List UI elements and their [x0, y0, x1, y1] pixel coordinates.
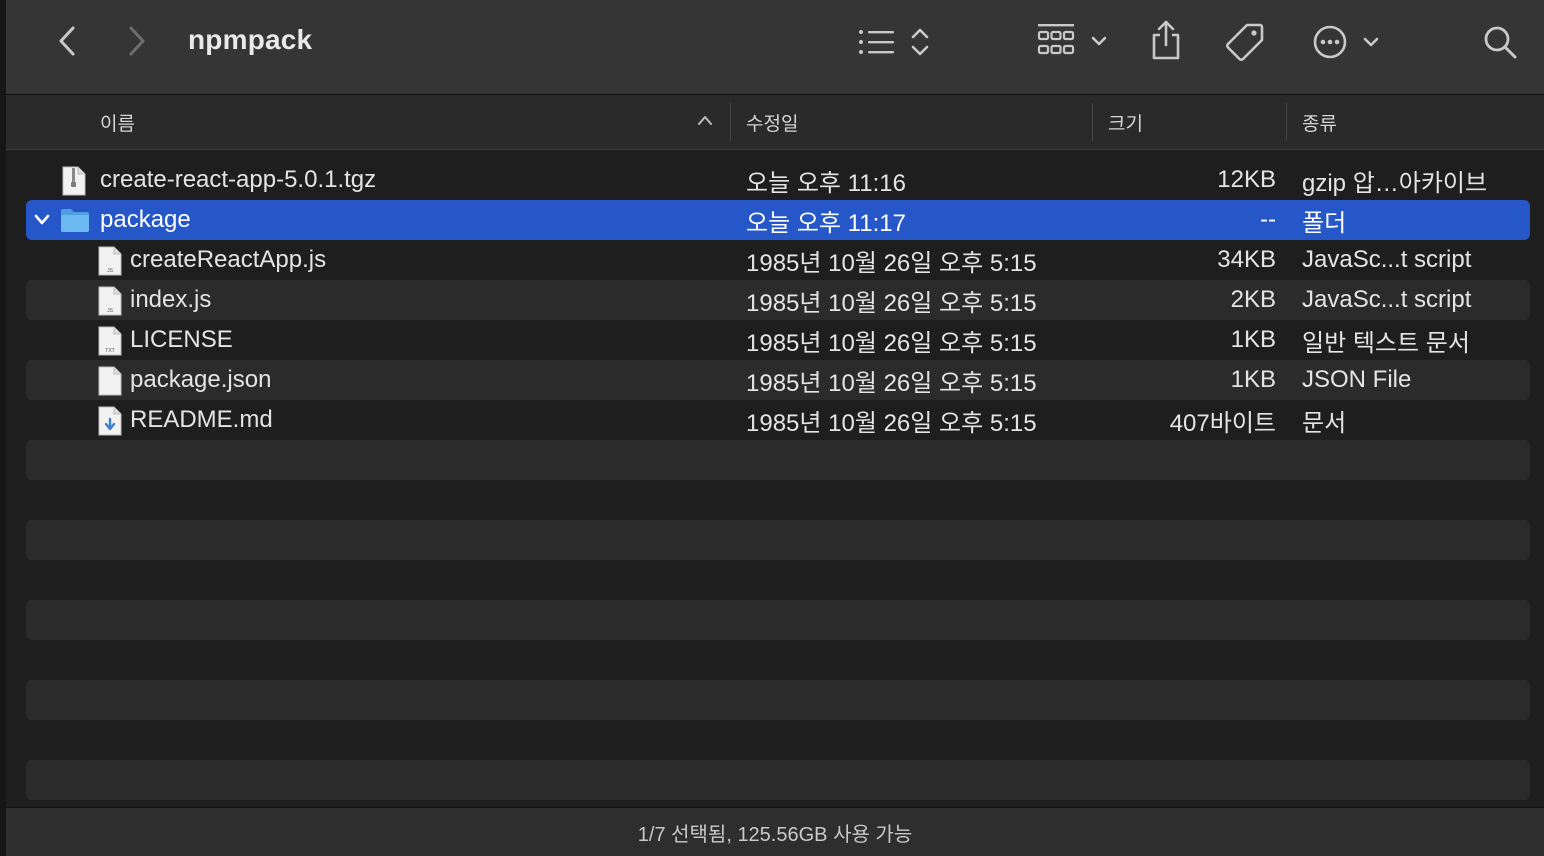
file-modified: 1985년 10월 26일 오후 5:15 [746, 369, 1037, 397]
more-circle-icon [1313, 25, 1347, 59]
file-kind: JavaSc...t script [1302, 246, 1472, 273]
file-kind: 폴더 [1302, 209, 1347, 237]
empty-row [26, 680, 1530, 720]
file-size: -- [1260, 206, 1276, 233]
file-modified: 1985년 10월 26일 오후 5:15 [746, 329, 1037, 357]
file-row[interactable]: TXT LICENSE 1985년 10월 26일 오후 5:15 1KB 일반… [26, 320, 1530, 360]
file-row[interactable]: JS createReactApp.js 1985년 10월 26일 오후 5:… [26, 240, 1530, 280]
file-size: 1KB [1230, 366, 1276, 393]
empty-row [26, 520, 1530, 560]
markdown-file-icon [98, 406, 122, 436]
empty-row [26, 600, 1530, 640]
file-name: package.json [130, 366, 272, 393]
status-bar: 1/7 선택됨, 125.56GB 사용 가능 [6, 807, 1544, 856]
file-name: README.md [130, 406, 273, 433]
search-button[interactable] [1480, 22, 1520, 62]
file-row[interactable]: JS index.js 1985년 10월 26일 오후 5:15 2KB Ja… [26, 280, 1530, 320]
share-button[interactable] [1146, 18, 1186, 62]
file-row-selected[interactable]: package 오늘 오후 11:17 -- 폴더 [26, 200, 1530, 240]
more-actions-button[interactable] [1310, 22, 1382, 62]
group-button[interactable] [1034, 20, 1110, 62]
tag-icon [1226, 23, 1264, 61]
file-modified: 오늘 오후 11:17 [746, 209, 906, 237]
disclosure-chevron-icon[interactable] [34, 213, 50, 227]
sort-updown-icon [911, 28, 929, 56]
file-kind: JSON File [1302, 366, 1412, 393]
column-divider[interactable] [730, 103, 731, 141]
column-name-header[interactable]: 이름 [100, 95, 135, 149]
back-icon [59, 26, 75, 56]
js-file-icon: JS [98, 286, 122, 316]
file-modified: 오늘 오후 11:16 [746, 169, 906, 197]
forward-button[interactable] [120, 24, 154, 58]
back-button[interactable] [50, 24, 84, 58]
file-name: index.js [130, 286, 212, 313]
search-icon [1484, 26, 1517, 59]
column-divider[interactable] [1286, 103, 1287, 141]
file-size: 407바이트 [1169, 409, 1276, 437]
file-size: 1KB [1230, 326, 1276, 353]
forward-icon [129, 26, 145, 56]
file-modified: 1985년 10월 26일 오후 5:15 [746, 409, 1037, 437]
status-text: 1/7 선택됨, 125.56GB 사용 가능 [637, 823, 913, 846]
generic-file-icon [98, 366, 122, 396]
share-icon [1152, 20, 1180, 60]
file-name: createReactApp.js [130, 246, 327, 273]
js-file-icon: JS [98, 246, 122, 276]
file-kind: 일반 텍스트 문서 [1302, 329, 1470, 357]
folder-icon [61, 209, 89, 232]
column-modified-header[interactable]: 수정일 [746, 95, 798, 149]
file-kind: 문서 [1302, 409, 1347, 437]
column-kind-header[interactable]: 종류 [1302, 95, 1337, 149]
file-row[interactable]: README.md 1985년 10월 26일 오후 5:15 407바이트 문… [26, 400, 1530, 440]
window-title: npmpack [188, 24, 313, 55]
chevron-down-icon [1091, 36, 1107, 46]
svg-text:JS: JS [107, 268, 114, 274]
list-view-icon [859, 30, 894, 54]
file-modified: 1985년 10월 26일 오후 5:15 [746, 289, 1037, 317]
finder-window: npmpack 이름 수정일 크기 종류 create-react-app-5.… [0, 0, 1544, 856]
empty-row [26, 760, 1530, 800]
file-row[interactable]: create-react-app-5.0.1.tgz 오늘 오후 11:16 1… [26, 160, 1530, 200]
file-name: LICENSE [130, 326, 233, 353]
svg-text:TXT: TXT [105, 348, 114, 354]
file-name: create-react-app-5.0.1.tgz [100, 166, 377, 193]
tags-button[interactable] [1222, 20, 1268, 64]
view-options-button[interactable] [854, 22, 934, 62]
file-row[interactable]: package.json 1985년 10월 26일 오후 5:15 1KB J… [26, 360, 1530, 400]
file-kind: JavaSc...t script [1302, 286, 1472, 313]
file-size: 12KB [1217, 166, 1276, 193]
svg-text:JS: JS [107, 308, 114, 314]
archive-file-icon [62, 166, 86, 196]
column-size-header[interactable]: 크기 [1108, 95, 1143, 149]
file-modified: 1985년 10월 26일 오후 5:15 [746, 249, 1037, 277]
file-name: package [100, 206, 191, 233]
empty-row [26, 440, 1530, 480]
sort-ascending-icon [698, 116, 712, 125]
file-size: 34KB [1217, 246, 1276, 273]
file-kind: gzip 압…아카이브 [1302, 169, 1488, 197]
toolbar: npmpack [6, 0, 1544, 95]
column-header: 이름 수정일 크기 종류 [6, 95, 1544, 150]
chevron-down-icon [1363, 37, 1379, 47]
column-divider[interactable] [1092, 103, 1093, 141]
txt-file-icon: TXT [98, 326, 122, 356]
file-size: 2KB [1230, 286, 1276, 313]
gallery-grid-icon [1037, 24, 1075, 55]
